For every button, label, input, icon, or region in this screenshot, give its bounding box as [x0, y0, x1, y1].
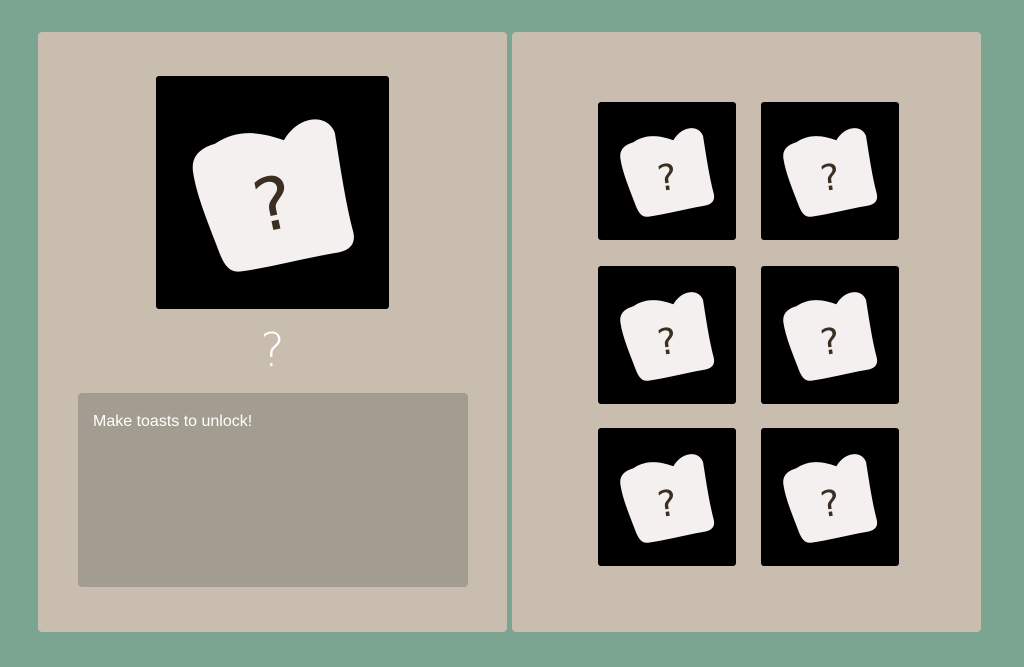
toast-card-4[interactable]: ? [761, 266, 899, 404]
toast-detail-panel: ? ? Make toasts to unlock! [38, 32, 507, 632]
locked-toast-icon: ? [620, 292, 715, 381]
locked-toast-icon: ? [620, 128, 715, 217]
toast-collection-panel: ? ? ? ? ? ? [512, 32, 981, 632]
selected-toast-image: ? [156, 76, 389, 309]
locked-toast-icon: ? [192, 118, 354, 272]
toast-card-2[interactable]: ? [761, 102, 899, 240]
description-text: Make toasts to unlock! [93, 413, 253, 430]
locked-toast-icon: ? [783, 292, 878, 381]
toast-card-6[interactable]: ? [761, 428, 899, 566]
locked-toast-icon: ? [620, 454, 715, 543]
locked-toast-icon: ? [783, 128, 878, 217]
selected-toast-name: ? [260, 323, 285, 377]
toast-card-5[interactable]: ? [598, 428, 736, 566]
toast-card-3[interactable]: ? [598, 266, 736, 404]
locked-toast-icon: ? [783, 454, 878, 543]
description-box: Make toasts to unlock! [78, 393, 468, 587]
toast-grid: ? ? ? ? ? ? [598, 102, 899, 566]
toast-card-1[interactable]: ? [598, 102, 736, 240]
